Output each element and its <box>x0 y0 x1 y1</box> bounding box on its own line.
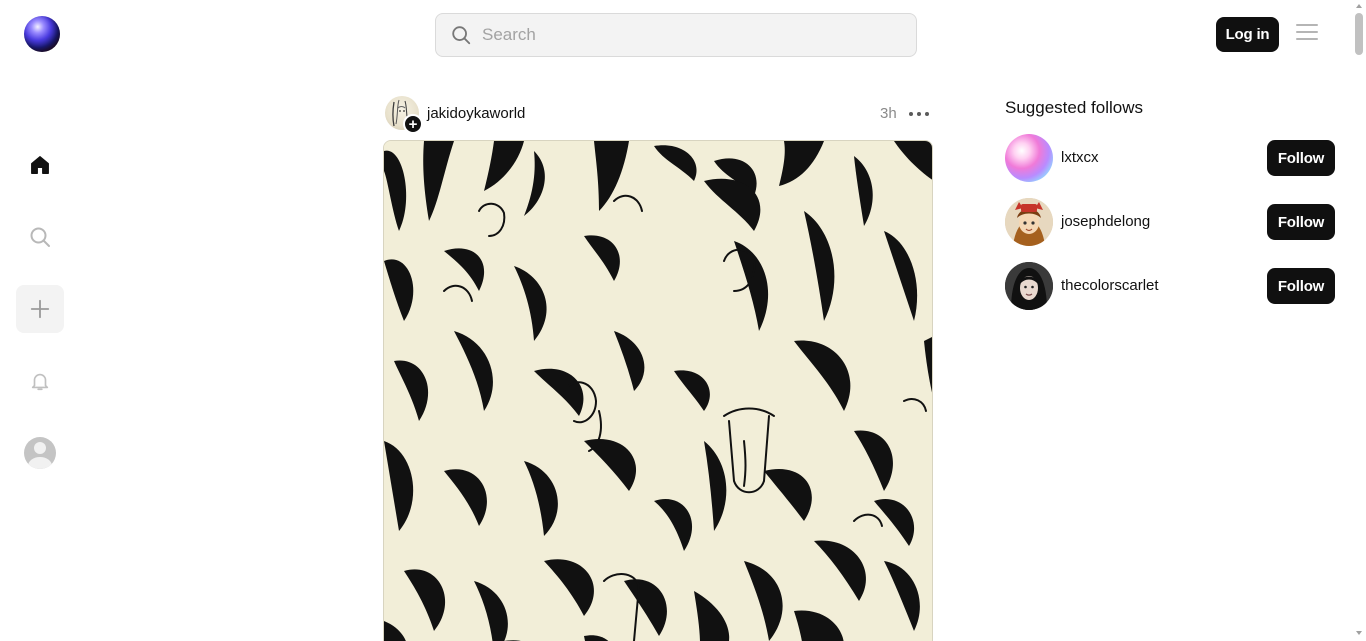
user-avatar[interactable] <box>1005 134 1053 182</box>
follow-button[interactable]: Follow <box>1267 268 1335 304</box>
scroll-thumb[interactable] <box>1355 13 1363 55</box>
follow-plus-badge[interactable]: + <box>403 114 423 134</box>
post-image[interactable] <box>383 140 933 641</box>
app-logo[interactable] <box>24 16 60 52</box>
suggested-follows-panel: Suggested follows lxtxcx Follow josephde… <box>1005 96 1335 326</box>
suggested-username[interactable]: lxtxcx <box>1061 149 1099 166</box>
post-card: + jakidoykaworld 3h <box>383 96 933 641</box>
page-scrollbar[interactable] <box>1352 0 1366 641</box>
scroll-down-arrow[interactable] <box>1356 631 1362 635</box>
avatar-icon <box>24 437 56 469</box>
scroll-up-arrow[interactable] <box>1356 4 1362 8</box>
more-icon[interactable] <box>909 108 929 120</box>
search-input[interactable] <box>482 25 882 45</box>
nav-home[interactable] <box>16 141 64 189</box>
user-avatar[interactable] <box>1005 262 1053 310</box>
sidebar-nav <box>16 141 64 501</box>
ink-drawing-image <box>384 141 932 641</box>
nav-notifications[interactable] <box>16 357 64 405</box>
nav-create[interactable] <box>16 285 64 333</box>
search-bar[interactable] <box>435 13 917 57</box>
home-icon <box>31 156 49 174</box>
post-timestamp[interactable]: 3h <box>880 105 897 122</box>
login-button[interactable]: Log in <box>1216 17 1279 52</box>
suggested-user: lxtxcx Follow <box>1005 134 1335 182</box>
suggested-follows-title: Suggested follows <box>1005 98 1143 117</box>
plus-icon <box>30 299 50 319</box>
search-icon <box>452 26 471 45</box>
suggested-user: thecolorscarlet Follow <box>1005 262 1335 310</box>
post-header: + jakidoykaworld 3h <box>383 96 933 134</box>
post-username[interactable]: jakidoykaworld <box>427 105 525 122</box>
suggested-username[interactable]: thecolorscarlet <box>1061 277 1159 294</box>
suggested-username[interactable]: josephdelong <box>1061 213 1150 230</box>
suggested-user: josephdelong Follow <box>1005 198 1335 246</box>
search-icon <box>30 227 50 247</box>
nav-search[interactable] <box>16 213 64 261</box>
nav-profile[interactable] <box>16 429 64 477</box>
user-avatar[interactable] <box>1005 198 1053 246</box>
bell-icon <box>31 373 49 391</box>
follow-button[interactable]: Follow <box>1267 140 1335 176</box>
follow-button[interactable]: Follow <box>1267 204 1335 240</box>
hamburger-icon[interactable] <box>1296 24 1318 44</box>
